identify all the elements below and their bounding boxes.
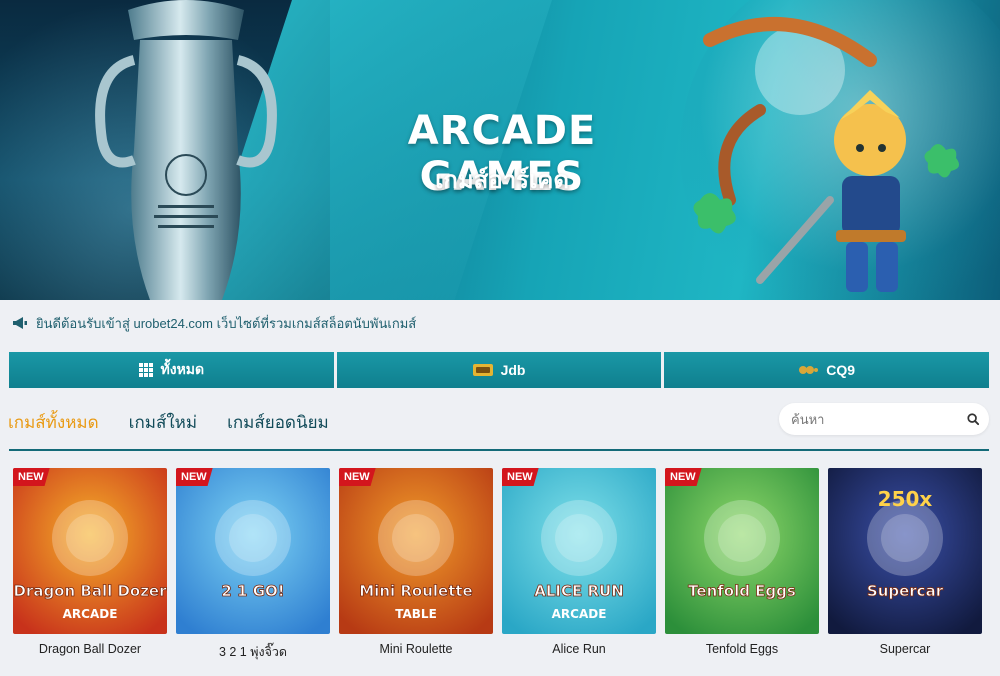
game-thumbnail[interactable]: Dragon Ball Dozer ARCADE NEW	[13, 468, 167, 634]
provider-tab-all[interactable]: ทั้งหมด	[9, 352, 334, 388]
new-badge: NEW	[502, 468, 539, 486]
game-thumbnail[interactable]: Mini Roulette TABLE NEW	[339, 468, 493, 634]
game-thumbnail[interactable]: 2 1 GO! NEW	[176, 468, 330, 634]
jdb-logo-icon	[472, 364, 493, 376]
game-thumbnail[interactable]: ALICE RUN ARCADE NEW	[502, 468, 656, 634]
cq9-logo-icon	[799, 366, 819, 374]
category-tabs: เกมส์ทั้งหมด เกมส์ใหม่ เกมส์ยอดนิยม	[8, 409, 329, 436]
game-artwork: Supercar 250x	[828, 468, 982, 634]
game-name[interactable]: Mini Roulette	[339, 642, 493, 656]
section-divider	[9, 449, 989, 451]
game-thumbnail[interactable]: Tenfold Eggs NEW	[665, 468, 819, 634]
game-art-title: Dragon Ball Dozer	[13, 582, 167, 600]
game-name[interactable]: Tenfold Eggs	[665, 642, 819, 656]
search-icon[interactable]	[967, 412, 979, 426]
new-badge: NEW	[339, 468, 376, 486]
game-card[interactable]: Dragon Ball Dozer ARCADE NEW Dragon Ball Do…	[13, 468, 167, 662]
game-name[interactable]: Dragon Ball Dozer	[13, 642, 167, 656]
hero-banner: ARCADE GAMES เกมส์อาร์เคด	[0, 0, 1000, 300]
game-art-tag: 250x	[878, 487, 933, 511]
game-art-title: Supercar	[867, 582, 944, 600]
provider-tab-label: Jdb	[500, 362, 526, 378]
game-artwork: 2 1 GO!	[176, 468, 330, 634]
game-artwork: Dragon Ball Dozer ARCADE	[13, 468, 167, 634]
trophy-illustration	[95, 0, 277, 300]
provider-tab-cq9[interactable]: CQ9	[664, 352, 990, 388]
game-card[interactable]: Mini Roulette TABLE NEW Mini Roulette	[339, 468, 493, 662]
game-art-tag: ARCADE	[63, 607, 118, 621]
announcement-text: ยินดีต้อนรับเข้าสู่ urobet24.com เว็บไซต…	[36, 315, 417, 331]
provider-tab-jdb[interactable]: Jdb	[336, 352, 662, 388]
megaphone-icon	[13, 317, 27, 329]
announcement-marquee: ยินดีต้อนรับเข้าสู่ urobet24.com เว็บไซต…	[12, 313, 416, 333]
new-badge: NEW	[176, 468, 213, 486]
game-art-tag: TABLE	[395, 607, 437, 621]
tab-popular-games[interactable]: เกมส์ยอดนิยม	[227, 409, 329, 436]
game-card[interactable]: ALICE RUN ARCADE NEW Alice Run	[502, 468, 656, 662]
arcade-hero-illustration	[693, 17, 960, 292]
game-list: Dragon Ball Dozer ARCADE NEW Dragon Ball Do…	[13, 468, 982, 662]
game-name[interactable]: 3 2 1 พุ่งจิ๊วด	[176, 642, 330, 662]
provider-tab-label: ทั้งหมด	[160, 361, 205, 377]
game-art-title: 2 1 GO!	[221, 582, 284, 600]
game-art-title: Tenfold Eggs	[688, 582, 796, 600]
banner-subtitle: เกมส์อาร์เคด	[435, 167, 569, 194]
game-artwork: Tenfold Eggs	[665, 468, 819, 634]
game-card[interactable]: Supercar 250x Supercar	[828, 468, 982, 662]
game-card[interactable]: Tenfold Eggs NEW Tenfold Eggs	[665, 468, 819, 662]
tab-all-games[interactable]: เกมส์ทั้งหมด	[8, 409, 99, 436]
new-badge: NEW	[665, 468, 702, 486]
search-box	[779, 403, 989, 435]
provider-tabs: ทั้งหมด Jdb CQ9	[9, 352, 990, 388]
search-input[interactable]	[791, 411, 967, 427]
game-name[interactable]: Supercar	[828, 642, 982, 656]
game-card[interactable]: 2 1 GO! NEW 3 2 1 พุ่งจิ๊วด	[176, 468, 330, 662]
provider-tab-label: CQ9	[826, 362, 856, 378]
game-art-tag: ARCADE	[552, 607, 607, 621]
game-name[interactable]: Alice Run	[502, 642, 656, 656]
game-thumbnail[interactable]: Supercar 250x	[828, 468, 982, 634]
game-artwork: Mini Roulette TABLE	[339, 468, 493, 634]
game-artwork: ALICE RUN ARCADE	[502, 468, 656, 634]
new-badge: NEW	[13, 468, 50, 486]
tab-new-games[interactable]: เกมส์ใหม่	[129, 409, 197, 436]
game-art-title: ALICE RUN	[534, 582, 624, 600]
game-art-title: Mini Roulette	[359, 582, 472, 600]
grid-icon	[138, 363, 153, 377]
